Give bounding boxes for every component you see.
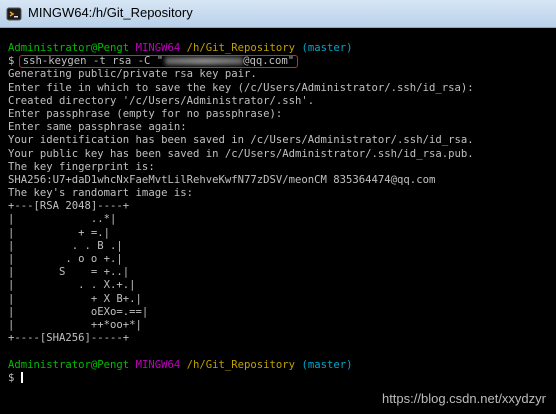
prompt-path: /h/Git_Repository — [186, 42, 296, 54]
prompt-user: Administrator@Pengt — [8, 42, 130, 54]
randomart-line: +---[RSA 2048]----+ — [8, 200, 130, 213]
highlighted-command: ssh-keygen -t rsa -C " @qq.com" — [18, 55, 299, 69]
output-line: Enter file in which to save the key (/c/… — [8, 81, 474, 94]
randomart-line: | + =.| — [8, 226, 111, 239]
title-bar[interactable]: MINGW64:/h/Git_Repository — [0, 0, 556, 28]
prompt-branch: (master) — [301, 42, 353, 54]
prompt-branch: (master) — [301, 358, 353, 371]
randomart-line: +----[SHA256]-----+ — [8, 332, 130, 345]
prompt-system: MINGW64 — [135, 358, 181, 371]
input-line[interactable]: $ — [8, 371, 550, 385]
terminal-output[interactable]: Administrator@Pengt MINGW64 /h/Git_Repos… — [8, 42, 550, 414]
randomart-line: | . o o +.| — [8, 253, 123, 265]
command-text: ssh-keygen -t rsa -C " — [22, 55, 164, 68]
randomart-line: | oEXo=.==| — [8, 305, 149, 318]
prompt-line: Administrator@Pengt MINGW64 /h/Git_Repos… — [8, 359, 550, 372]
randomart-line: | ++*oo+*| — [8, 318, 142, 331]
prompt-line: Administrator@Pengt MINGW64 /h/Git_Repos… — [8, 42, 550, 55]
output-line: Created directory '/c/Users/Administrato… — [8, 94, 315, 107]
output-line: Your identification has been saved in /c… — [8, 134, 474, 147]
watermark: https://blog.csdn.net/xxydzyr — [381, 391, 546, 406]
text-cursor — [20, 371, 23, 383]
output-line: Enter same passphrase again: — [8, 121, 187, 134]
command-email-suffix: @qq.com" — [243, 55, 295, 68]
randomart-line: | . . B .| — [8, 239, 123, 252]
window-title: MINGW64:/h/Git_Repository — [28, 5, 193, 20]
command-line: $ ssh-keygen -t rsa -C " @qq.com" — [8, 55, 550, 69]
terminal-window: MINGW64:/h/Git_Repository Administrator@… — [0, 0, 556, 414]
output-line: Your public key has been saved in /c/Use… — [8, 147, 474, 160]
randomart-line: | S = +..| — [8, 266, 130, 279]
prompt-user: Administrator@Pengt — [8, 358, 130, 371]
redacted-email — [165, 57, 244, 66]
output-line: Generating public/private rsa key pair. — [8, 68, 257, 81]
prompt-path: /h/Git_Repository — [186, 358, 296, 371]
output-line: Enter passphrase (empty for no passphras… — [8, 107, 283, 120]
output-line: The key fingerprint is: — [8, 160, 155, 173]
output-line: The key's randomart image is: — [8, 187, 193, 200]
prompt-symbol: $ — [8, 371, 15, 384]
prompt-symbol: $ — [8, 55, 15, 68]
git-bash-icon — [6, 7, 22, 21]
fingerprint-line: SHA256:U7+daD1whcNxFaeMvtLilRehveKwfN77z… — [8, 173, 436, 186]
randomart-line: | . . X.+.| — [8, 279, 136, 292]
randomart-line: | ..*| — [8, 213, 117, 226]
randomart-line: | + X B+.| — [8, 292, 142, 305]
prompt-system: MINGW64 — [135, 42, 181, 54]
